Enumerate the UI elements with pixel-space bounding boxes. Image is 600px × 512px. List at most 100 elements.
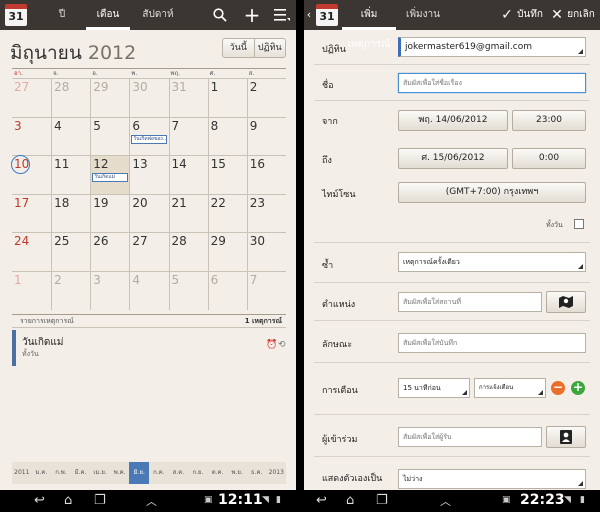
day-cell[interactable]: 1 (207, 79, 247, 117)
title-input[interactable] (398, 73, 586, 93)
all-day-checkbox[interactable] (574, 219, 584, 229)
day-cell[interactable]: 18 (51, 194, 90, 233)
calendar-app-icon[interactable]: 31 (5, 4, 27, 26)
day-cell[interactable]: 23 (246, 194, 286, 233)
remove-reminder-icon[interactable]: − (551, 381, 565, 395)
repeat-select[interactable]: เหตุการณ์ครั้งเดียว (398, 252, 586, 272)
close-icon[interactable]: ✕ (550, 0, 564, 30)
day-cell[interactable]: 15 (207, 156, 247, 194)
day-cell[interactable]: 1 (12, 272, 51, 310)
day-cell[interactable]: 29 (207, 233, 247, 271)
from-time-button[interactable]: 23:00 (512, 110, 586, 131)
guests-input[interactable] (398, 427, 542, 447)
back-icon[interactable]: ↩ (316, 493, 327, 508)
strip-month[interactable]: เม.ย. (90, 462, 110, 484)
day-cell[interactable]: 6 (207, 271, 247, 310)
to-time-button[interactable]: 0:00 (512, 148, 586, 169)
search-icon[interactable] (208, 0, 232, 30)
tab-month[interactable]: เดือน (86, 0, 130, 30)
strip-month[interactable]: ม.ค. (32, 462, 52, 484)
day-cell-selected[interactable]: 12 วันเกิดแม่ (90, 156, 130, 194)
day-cell[interactable]: 3 (12, 118, 51, 156)
event-chip[interactable]: วันเกิดพ่อของ... (131, 134, 168, 144)
reminder-time-select[interactable]: 15 นาทีก่อน (398, 378, 470, 398)
recent-apps-icon[interactable]: ❐ (94, 493, 106, 508)
day-cell[interactable]: 16 (246, 156, 286, 194)
day-cell[interactable]: 4 (51, 117, 90, 156)
event-list-item[interactable]: วันเกิดแม่ ทั้งวัน ⏰ ⟲ (12, 330, 286, 366)
strip-month[interactable]: พ.ย. (227, 462, 247, 484)
day-cell[interactable]: 17 (12, 195, 51, 233)
calendar-app-icon[interactable]: 31 (316, 4, 338, 26)
event-chip[interactable]: วันเกิดแม่ (92, 173, 129, 183)
strip-month[interactable]: ต.ค. (208, 462, 228, 484)
day-cell[interactable]: 30 (129, 79, 168, 117)
day-cell[interactable]: 4 (129, 271, 168, 310)
day-cell[interactable]: 8 (207, 117, 247, 156)
day-cell[interactable]: 27 (129, 233, 168, 271)
tab-add-event[interactable]: เพิ่มเหตุการณ์ (342, 0, 396, 50)
strip-month[interactable]: มี.ค. (71, 462, 91, 484)
day-cell[interactable]: 29 (90, 79, 129, 117)
strip-month[interactable]: ก.ย. (188, 462, 208, 484)
show-me-as-select[interactable]: ไม่ว่าง (398, 469, 586, 489)
day-cell[interactable]: 28 (168, 233, 208, 271)
day-cell-today[interactable]: 10 (10, 155, 51, 194)
save-button[interactable]: บันทึก (514, 0, 546, 30)
to-date-button[interactable]: ศ. 15/06/2012 (398, 148, 508, 169)
day-cell[interactable]: 20 (129, 194, 168, 233)
home-icon[interactable]: ⌂ (346, 493, 354, 508)
back-icon[interactable]: ↩ (34, 493, 45, 508)
chevron-up-icon[interactable]: ︿ (440, 493, 451, 509)
day-cell[interactable]: 30 (246, 233, 286, 271)
day-cell[interactable]: 6 วันเกิดพ่อของ... (129, 117, 168, 156)
day-cell[interactable]: 2 (246, 79, 286, 117)
calendar-account-select[interactable]: jokermaster619@gmail.com (398, 37, 586, 57)
strip-month[interactable]: ส.ค. (169, 462, 189, 484)
strip-month[interactable]: พ.ค. (110, 462, 130, 484)
day-cell[interactable]: 7 (246, 271, 286, 310)
day-cell[interactable]: 11 (51, 156, 90, 194)
menu-icon[interactable] (270, 0, 294, 30)
from-date-button[interactable]: พฤ. 14/06/2012 (398, 110, 508, 131)
tab-week[interactable]: สัปดาห์ (136, 0, 180, 30)
day-cell[interactable]: 13 (129, 156, 168, 194)
day-cell[interactable]: 14 (168, 156, 208, 194)
chevron-up-icon[interactable]: ︿ (146, 493, 157, 509)
add-event-icon[interactable]: + (240, 0, 264, 30)
strip-prev-year[interactable]: 2011 (12, 462, 32, 484)
strip-month[interactable]: ธ.ค. (247, 462, 267, 484)
strip-month-current[interactable]: มิ.ย. (129, 462, 150, 484)
day-cell[interactable]: 3 (90, 271, 129, 310)
day-cell[interactable]: 21 (168, 194, 208, 233)
day-cell[interactable]: 26 (90, 233, 129, 271)
tab-add-task[interactable]: เพิ่มงาน (402, 0, 444, 30)
today-button[interactable]: วันนี้ (223, 39, 255, 57)
reminder-type-select[interactable]: การแจ้งเตือน (474, 378, 546, 398)
day-cell[interactable]: 5 (90, 117, 129, 156)
day-cell[interactable]: 25 (51, 233, 90, 271)
check-icon[interactable]: ✓ (500, 0, 514, 30)
day-cell[interactable]: 19 (90, 194, 129, 233)
day-cell[interactable]: 22 (207, 194, 247, 233)
description-input[interactable] (398, 333, 586, 353)
contacts-button[interactable] (546, 426, 586, 448)
location-input[interactable] (398, 292, 542, 312)
day-cell[interactable]: 7 (168, 117, 208, 156)
strip-month[interactable]: ก.ค. (149, 462, 169, 484)
back-chevron-icon[interactable]: ‹ (304, 0, 314, 30)
home-icon[interactable]: ⌂ (64, 493, 72, 508)
day-cell[interactable]: 24 (12, 233, 51, 271)
add-reminder-icon[interactable]: + (571, 381, 585, 395)
tab-year[interactable]: ปี (44, 0, 80, 30)
cancel-button[interactable]: ยกเลิก (565, 0, 597, 30)
timezone-button[interactable]: (GMT+7:00) กรุงเทพฯ (398, 182, 586, 203)
recent-apps-icon[interactable]: ❐ (376, 493, 388, 508)
calendars-button[interactable]: ปฏิทิน (255, 39, 286, 57)
strip-next-year[interactable]: 2013 (267, 462, 287, 484)
day-cell[interactable]: 2 (51, 271, 90, 310)
day-cell[interactable]: 9 (246, 117, 286, 156)
day-cell[interactable]: 5 (168, 271, 208, 310)
day-cell[interactable]: 31 (168, 79, 208, 117)
map-button[interactable] (546, 291, 586, 313)
